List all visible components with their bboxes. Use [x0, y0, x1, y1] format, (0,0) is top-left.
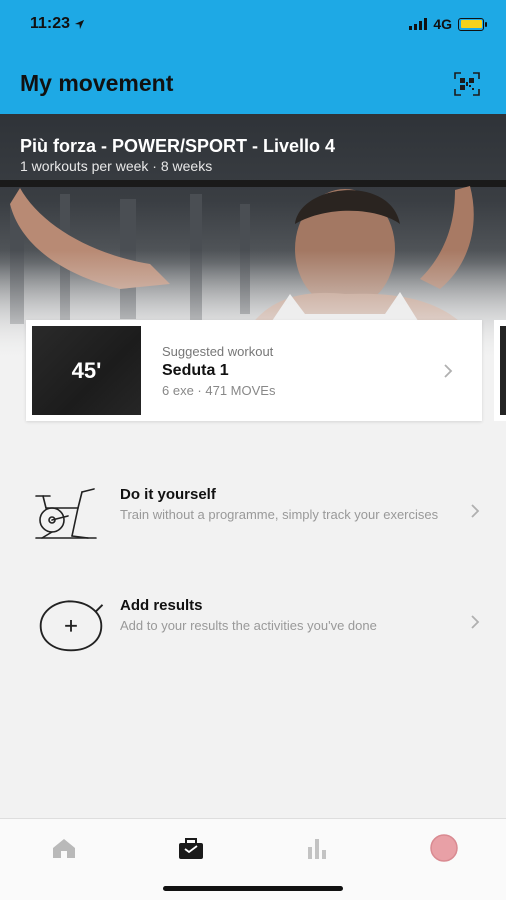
workout-title: Seduta 1: [162, 362, 229, 379]
home-indicator: [163, 886, 343, 891]
network-type: 4G: [433, 16, 452, 32]
battery-icon: [458, 17, 487, 31]
tab-my-movement[interactable]: [171, 833, 211, 863]
suggested-workout-card[interactable]: 45' Suggested workout Seduta 1 6 exe · 4…: [26, 320, 482, 421]
status-indicators: 4G: [409, 16, 487, 32]
cellular-signal-icon: [409, 18, 428, 30]
chevron-right-icon: [471, 504, 480, 518]
bar-chart-icon: [308, 839, 326, 859]
workout-meta: 6 exe · 471 MOVEs: [162, 383, 276, 398]
status-bar: 11:23 4G: [0, 0, 506, 50]
do-it-yourself-title: Do it yourself: [120, 486, 216, 503]
status-time: 11:23: [30, 15, 85, 33]
avatar-icon: [430, 834, 458, 862]
add-results-icon: [39, 600, 104, 652]
home-icon: [53, 839, 75, 858]
next-workout-card-peek[interactable]: [494, 320, 506, 421]
chevron-right-icon: [471, 615, 480, 629]
top-bar: 11:23 4G My movement: [0, 0, 506, 114]
qr-scan-icon[interactable]: [454, 72, 480, 96]
workout-label: Suggested workout: [162, 344, 274, 359]
tab-profile[interactable]: [424, 833, 464, 863]
exercise-bike-icon: [35, 488, 97, 539]
tab-home[interactable]: [44, 833, 84, 863]
program-title: Più forza - POWER/SPORT - Livello 4: [20, 136, 336, 156]
workout-thumbnail: 45': [32, 326, 141, 415]
time-text: 11:23: [30, 15, 71, 32]
tab-stats[interactable]: [297, 833, 337, 863]
chevron-right-icon: [444, 364, 453, 378]
page-title: My movement: [20, 70, 174, 96]
workout-duration: 45': [71, 357, 102, 383]
bag-icon: [179, 838, 203, 859]
do-it-yourself-description: Train without a programme, simply track …: [120, 507, 439, 522]
do-it-yourself-row[interactable]: Do it yourself Train without a programme…: [0, 486, 506, 576]
program-subtitle: 1 workouts per week · 8 weeks: [20, 158, 213, 174]
add-results-title: Add results: [120, 597, 203, 614]
add-results-description: Add to your results the activities you'v…: [120, 618, 377, 633]
location-arrow-icon: [74, 19, 85, 29]
add-results-row[interactable]: Add results Add to your results the acti…: [0, 597, 506, 687]
